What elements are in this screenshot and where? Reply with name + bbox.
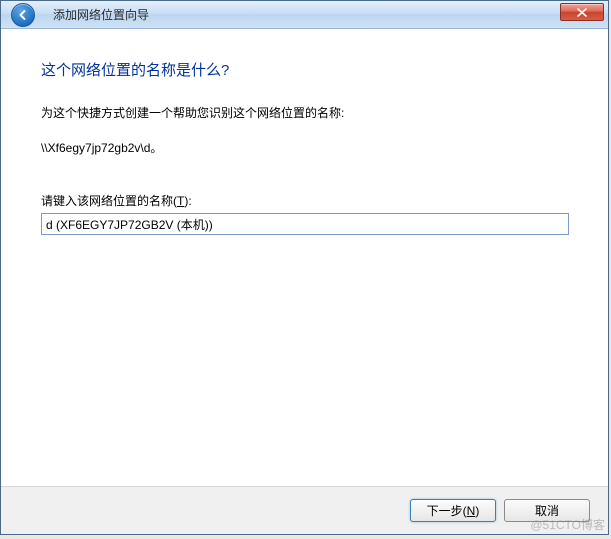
- next-button[interactable]: 下一步(N): [410, 499, 496, 522]
- instruction-text: 为这个快捷方式创建一个帮助您识别这个网络位置的名称:: [41, 104, 568, 121]
- titlebar: 添加网络位置向导: [1, 1, 608, 29]
- location-name-input[interactable]: [41, 213, 569, 235]
- window-title: 添加网络位置向导: [53, 6, 149, 23]
- close-icon: [577, 8, 587, 17]
- input-label: 请键入该网络位置的名称(T):: [41, 192, 568, 209]
- arrow-left-icon: [17, 9, 29, 21]
- close-button[interactable]: [560, 3, 604, 21]
- page-heading: 这个网络位置的名称是什么?: [41, 59, 568, 80]
- network-path: \\Xf6egy7jp72gb2v\d。: [41, 139, 568, 156]
- footer: 下一步(N) 取消: [1, 486, 608, 534]
- cancel-button[interactable]: 取消: [504, 499, 590, 522]
- wizard-window: 添加网络位置向导 这个网络位置的名称是什么? 为这个快捷方式创建一个帮助您识别这…: [0, 0, 609, 535]
- back-button[interactable]: [11, 3, 35, 27]
- content-area: 这个网络位置的名称是什么? 为这个快捷方式创建一个帮助您识别这个网络位置的名称:…: [1, 29, 608, 486]
